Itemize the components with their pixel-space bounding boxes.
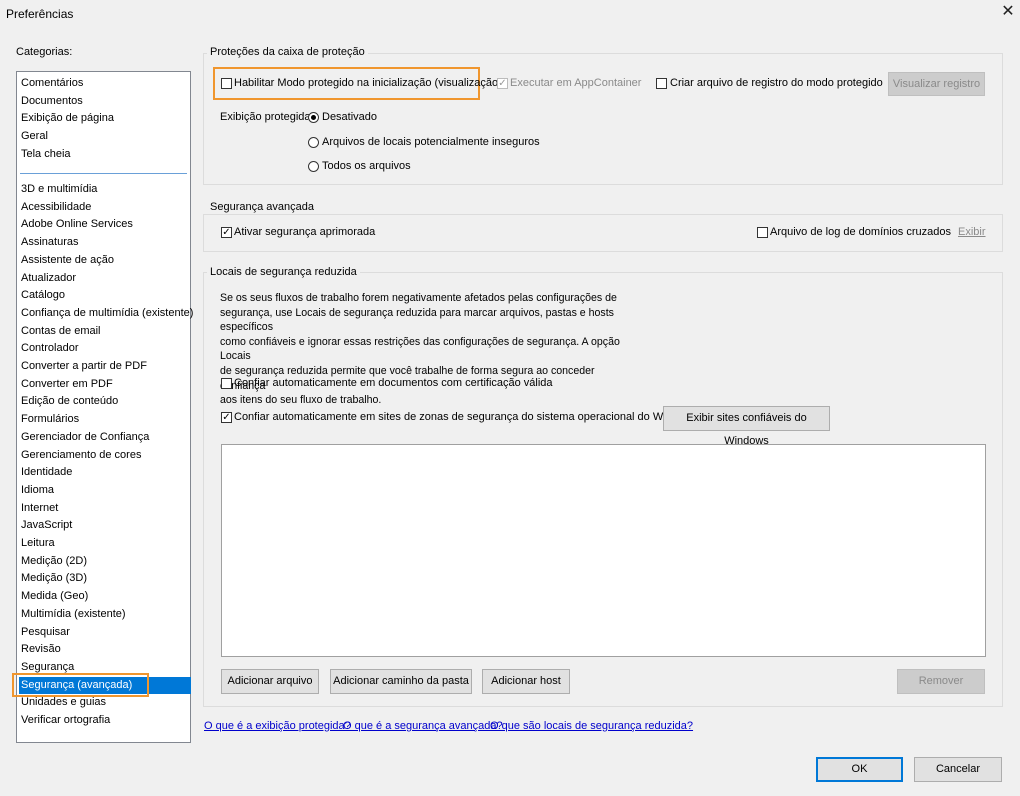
privileged-locations-help-link[interactable]: O que são locais de segurança reduzida? [490,720,693,732]
cross-domain-log-checkbox[interactable] [757,227,768,238]
protected-log-label: Criar arquivo de registro do modo proteg… [670,77,883,89]
cross-domain-log-label: Arquivo de log de domínios cruzados [770,226,951,238]
category-item[interactable]: Comentários [19,75,191,92]
category-item[interactable]: Edição de conteúdo [19,393,191,410]
enhanced-security-help-link[interactable]: O que é a segurança avançada? [343,720,503,732]
category-item[interactable]: Assistente de ação [19,252,191,269]
category-item[interactable]: Leitura [19,535,191,552]
selected-category-highlight [12,673,149,697]
category-item[interactable]: Verificar ortografia [19,712,191,729]
category-item[interactable]: JavaScript [19,517,191,534]
show-windows-sites-button[interactable]: Exibir sites confiáveis do Windows [663,406,830,447]
category-item[interactable]: Acessibilidade [19,199,191,216]
category-item[interactable]: Converter a partir de PDF [19,358,191,375]
category-item[interactable]: Converter em PDF [19,376,191,393]
description-line: segurança, use Locais de segurança reduz… [220,306,614,334]
enhanced-security-label: Ativar segurança aprimorada [234,226,376,238]
category-item[interactable]: Identidade [19,464,191,481]
category-item[interactable]: Medição (3D) [19,570,191,587]
category-item[interactable]: 3D e multimídia [19,181,191,198]
trust-os-zones-checkbox[interactable]: ✓ [221,412,232,423]
privileged-description: Se os seus fluxos de trabalho forem nega… [220,291,640,408]
radio-disabled-label: Desativado [322,111,378,123]
view-log-link: Exibir [958,226,986,238]
category-item[interactable]: Tela cheia [19,146,191,163]
ok-button[interactable]: OK [816,757,903,782]
radio-disabled[interactable] [308,112,319,123]
category-item[interactable]: Pesquisar [19,624,191,641]
description-line: aos itens do seu fluxo de trabalho. [220,394,382,407]
cancel-button[interactable]: Cancelar [914,757,1002,782]
category-item[interactable]: Catálogo [19,287,191,304]
category-item[interactable]: Atualizador [19,270,191,287]
protected-log-checkbox[interactable] [656,78,667,89]
category-item[interactable]: Documentos [19,93,191,110]
categories-label: Categorias: [16,46,73,58]
protected-view-help-link[interactable]: O que é a exibição protegida? [204,720,351,732]
category-item[interactable]: Geral [19,128,191,145]
category-item[interactable]: Revisão [19,641,191,658]
protected-mode-label: Habilitar Modo protegido na inicializaçã… [234,77,502,89]
category-separator [20,172,187,174]
appcontainer-checkbox: ✓ [497,78,508,89]
appcontainer-label: Executar em AppContainer [510,77,642,89]
radio-all-files[interactable] [308,161,319,172]
radio-unsafe-locations[interactable] [308,137,319,148]
radio-all-files-label: Todos os arquivos [322,160,411,172]
protected-mode-checkbox[interactable] [221,78,232,89]
window-title: Preferências [6,7,74,21]
protected-view-label: Exibição protegida [220,111,311,123]
category-item[interactable]: Controlador [19,340,191,357]
remove-button: Remover [897,669,985,694]
view-log-button: Visualizar registro [888,72,985,96]
category-item[interactable]: Exibição de página [19,110,191,127]
description-line: Se os seus fluxos de trabalho forem nega… [220,292,617,304]
category-item[interactable]: Contas de email [19,323,191,340]
privileged-group-title: Locais de segurança reduzida [207,266,360,278]
category-item[interactable]: Gerenciamento de cores [19,447,191,464]
add-folder-button[interactable]: Adicionar caminho da pasta [330,669,472,694]
description-line: como confiáveis e ignorar essas restriçõ… [220,335,620,363]
category-item[interactable]: Medida (Geo) [19,588,191,605]
category-item[interactable]: Multimídia (existente) [19,606,191,623]
trust-os-zones-label: Confiar automaticamente em sites de zona… [234,411,698,423]
radio-unsafe-locations-label: Arquivos de locais potencialmente insegu… [322,136,540,148]
enhanced-group-title: Segurança avançada [207,201,317,213]
trust-certified-label: Confiar automaticamente em documentos co… [234,377,553,389]
category-item[interactable]: Idioma [19,482,191,499]
trust-certified-checkbox[interactable] [221,378,232,389]
close-icon[interactable]: ✕ [998,2,1018,22]
categories-list[interactable]: Comentários Documentos Exibição de página G… [16,71,193,743]
privileged-locations-list[interactable] [221,444,986,657]
category-item[interactable]: Medição (2D) [19,553,191,570]
category-item[interactable]: Adobe Online Services [19,216,191,233]
category-item[interactable]: Formulários [19,411,191,428]
add-host-button[interactable]: Adicionar host [482,669,570,694]
category-item[interactable]: Confiança de multimídia (existente) [19,305,193,322]
add-file-button[interactable]: Adicionar arquivo [221,669,319,694]
category-item[interactable]: Internet [19,500,191,517]
enhanced-security-checkbox[interactable]: ✓ [221,227,232,238]
sandbox-group-title: Proteções da caixa de proteção [207,46,368,58]
category-item[interactable]: Gerenciador de Confiança [19,429,191,446]
category-item[interactable]: Assinaturas [19,234,191,251]
